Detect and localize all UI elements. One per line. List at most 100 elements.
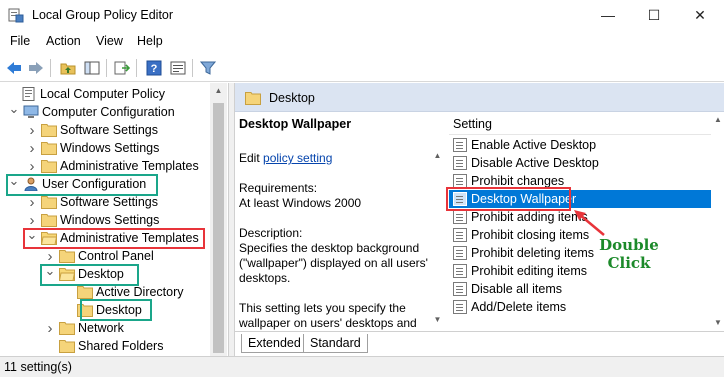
chevron-down-icon[interactable]: ⌄ bbox=[26, 226, 38, 244]
tree-item-label: Active Directory bbox=[96, 285, 184, 299]
policy-setting-icon bbox=[453, 246, 467, 260]
setting-label: Desktop Wallpaper bbox=[471, 192, 577, 206]
computer-icon bbox=[23, 105, 39, 118]
properties-icon[interactable] bbox=[168, 58, 188, 78]
policy-setting-icon bbox=[453, 228, 467, 242]
tree-item[interactable]: Shared Folders bbox=[44, 337, 163, 355]
minimize-button[interactable]: — bbox=[585, 0, 631, 30]
scroll-down-arrow-icon[interactable]: ▼ bbox=[711, 318, 724, 327]
policy-setting-icon bbox=[453, 210, 467, 224]
setting-column-label: Setting bbox=[453, 117, 492, 131]
folder-icon bbox=[59, 340, 75, 353]
scroll-up-arrow-icon[interactable]: ▲ bbox=[210, 86, 227, 95]
tree-item-label: Administrative Templates bbox=[60, 159, 199, 173]
edit-prefix: Edit bbox=[239, 151, 260, 165]
setting-row[interactable]: Prohibit editing items bbox=[449, 262, 711, 280]
tree-item[interactable]: › Control Panel bbox=[44, 247, 154, 265]
tree-item[interactable]: › Software Settings bbox=[26, 193, 158, 211]
tree-item-label: Desktop bbox=[78, 267, 124, 281]
tree-item[interactable]: ⌄ User Configuration bbox=[8, 172, 147, 193]
tree-item-label: Software Settings bbox=[60, 195, 158, 209]
folder-icon bbox=[77, 304, 93, 317]
setting-label: Disable Active Desktop bbox=[471, 156, 599, 170]
description-scrollbar[interactable]: ▲ ▼ bbox=[429, 115, 446, 330]
tree-item-label: Software Settings bbox=[60, 123, 158, 137]
tree-item[interactable]: ⌄ Administrative Templates bbox=[26, 226, 199, 247]
double-click-callout: Double Click bbox=[594, 236, 664, 272]
show-hide-tree-icon[interactable] bbox=[82, 58, 102, 78]
filter-icon[interactable] bbox=[198, 58, 218, 78]
requirements-label: Requirements: bbox=[239, 181, 318, 195]
policy-setting-link[interactable]: policy setting bbox=[263, 151, 332, 165]
setting-label: Prohibit deleting items bbox=[471, 246, 594, 260]
setting-row[interactable]: Prohibit changes bbox=[449, 172, 711, 190]
scrollbar-thumb[interactable] bbox=[213, 103, 224, 353]
tree-item[interactable]: Active Directory bbox=[62, 283, 184, 301]
help-icon[interactable]: ? bbox=[144, 58, 164, 78]
edit-line: Edit policy setting bbox=[239, 151, 429, 166]
tree-item[interactable]: › Network bbox=[44, 319, 124, 337]
scroll-up-arrow-icon[interactable]: ▲ bbox=[429, 151, 446, 160]
folder-icon bbox=[245, 92, 261, 105]
toolbar: ? bbox=[0, 52, 724, 82]
chevron-right-icon[interactable]: › bbox=[26, 157, 38, 175]
setting-row[interactable]: Prohibit deleting items bbox=[449, 244, 711, 262]
setting-label: Disable all items bbox=[471, 282, 563, 296]
svg-text:?: ? bbox=[151, 63, 158, 75]
toolbar-separator bbox=[136, 59, 137, 77]
tree-item[interactable]: ⌄ Desktop bbox=[44, 262, 124, 283]
folder-open-icon bbox=[59, 268, 75, 281]
menu-action[interactable]: Action bbox=[46, 34, 81, 48]
tab-standard[interactable]: Standard bbox=[303, 334, 368, 353]
up-folder-icon[interactable] bbox=[58, 58, 78, 78]
tree-item[interactable]: Desktop bbox=[62, 301, 142, 319]
tree-item[interactable]: Local Computer Policy bbox=[6, 85, 165, 103]
settings-column-header[interactable]: Setting bbox=[449, 113, 711, 135]
chevron-right-icon[interactable]: › bbox=[44, 319, 56, 337]
tree-scrollbar[interactable]: ▲ bbox=[210, 83, 227, 356]
callout-line-2: Click bbox=[607, 254, 651, 272]
tree-item[interactable]: ⌄ Computer Configuration bbox=[8, 100, 175, 121]
policy-setting-icon bbox=[453, 138, 467, 152]
chevron-down-icon[interactable]: ⌄ bbox=[8, 172, 20, 190]
menu-help[interactable]: Help bbox=[137, 34, 163, 48]
menu-view[interactable]: View bbox=[96, 34, 123, 48]
tree-item[interactable]: › Windows Settings bbox=[26, 139, 160, 157]
description-text: Specifies the desktop background ("wallp… bbox=[239, 241, 428, 285]
chevron-right-icon[interactable]: › bbox=[26, 139, 38, 157]
chevron-right-icon[interactable]: › bbox=[26, 121, 38, 139]
setting-row[interactable]: Disable all items bbox=[449, 280, 711, 298]
tree-item[interactable]: › Software Settings bbox=[26, 121, 158, 139]
tree-item[interactable]: › Administrative Templates bbox=[26, 157, 199, 175]
tree-item-label: Network bbox=[78, 321, 124, 335]
setting-row[interactable]: Enable Active Desktop bbox=[449, 136, 711, 154]
tree-item[interactable]: › Windows Settings bbox=[26, 211, 160, 229]
scroll-up-arrow-icon[interactable]: ▲ bbox=[711, 115, 724, 124]
menu-file[interactable]: File bbox=[10, 34, 30, 48]
forward-arrow-icon[interactable] bbox=[26, 58, 46, 78]
settings-scrollbar[interactable]: ▲ ▼ bbox=[711, 113, 724, 330]
tab-extended[interactable]: Extended bbox=[241, 334, 308, 353]
chevron-right-icon[interactable]: › bbox=[26, 193, 38, 211]
close-button[interactable]: ✕ bbox=[677, 0, 723, 30]
folder-icon bbox=[41, 214, 57, 227]
chevron-down-icon[interactable]: ⌄ bbox=[44, 262, 56, 280]
description-block: Description: Specifies the desktop backg… bbox=[239, 226, 429, 286]
maximize-button[interactable]: ☐ bbox=[631, 0, 677, 30]
tree-item-label: Local Computer Policy bbox=[40, 87, 166, 101]
policy-setting-icon bbox=[453, 282, 467, 296]
annotation-arrow-icon bbox=[574, 210, 605, 236]
status-bar: 11 setting(s) bbox=[0, 356, 724, 377]
setting-label: Prohibit editing items bbox=[471, 264, 588, 278]
scroll-down-arrow-icon[interactable]: ▼ bbox=[429, 315, 446, 324]
requirements-value: At least Windows 2000 bbox=[239, 196, 362, 210]
back-arrow-icon[interactable] bbox=[4, 58, 24, 78]
tree-item-label: User Configuration bbox=[42, 177, 147, 191]
setting-row[interactable]: Disable Active Desktop bbox=[449, 154, 711, 172]
setting-row[interactable]: Add/Delete items bbox=[449, 298, 711, 316]
description-title: Desktop Wallpaper bbox=[239, 117, 352, 131]
chevron-down-icon[interactable]: ⌄ bbox=[8, 100, 20, 118]
policy-setting-icon bbox=[453, 300, 467, 314]
export-list-icon[interactable] bbox=[112, 58, 132, 78]
